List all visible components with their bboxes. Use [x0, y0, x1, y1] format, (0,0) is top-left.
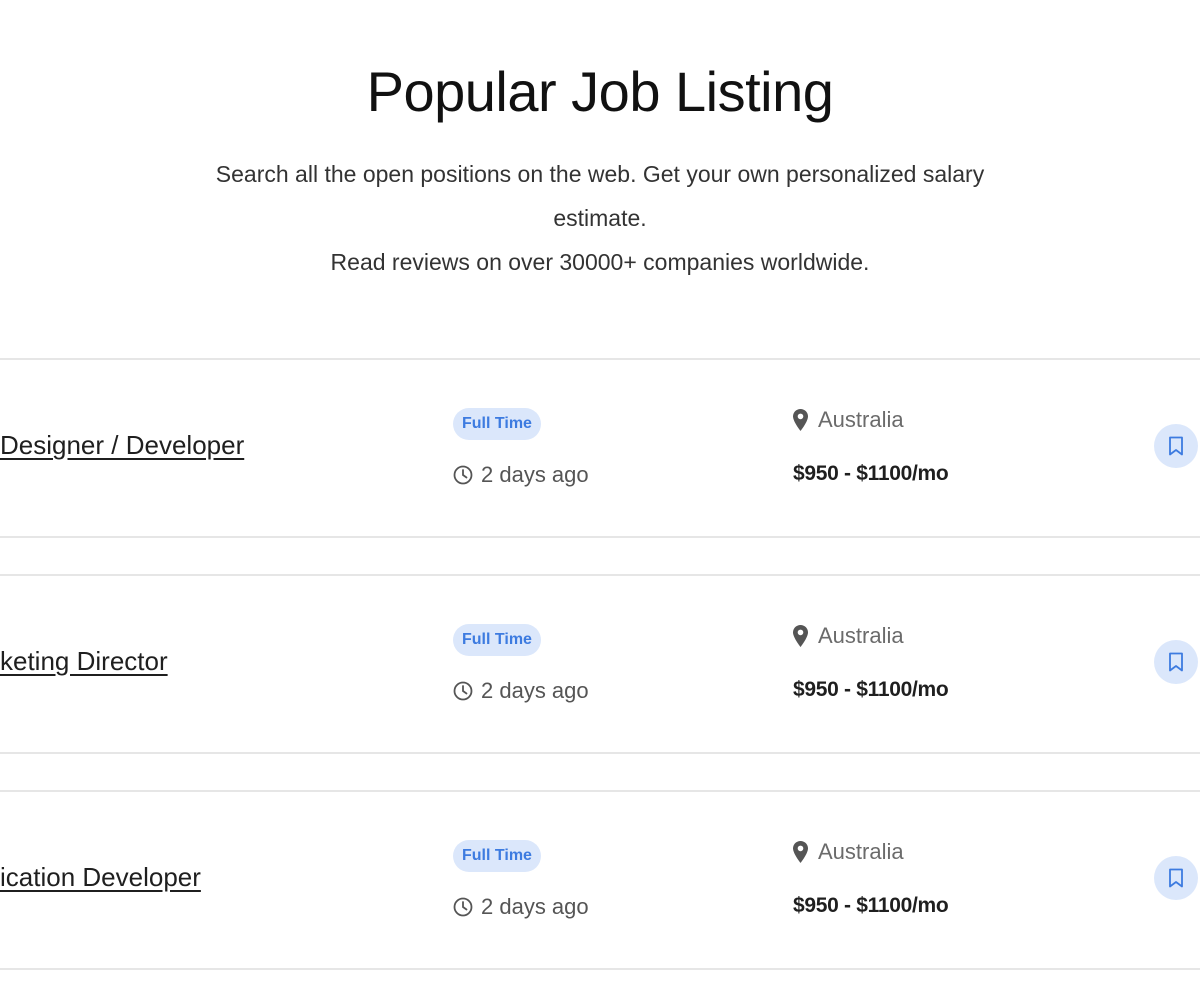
- posted-time-text: 2 days ago: [481, 678, 589, 703]
- job-title-link[interactable]: keting Director: [0, 646, 168, 677]
- page-title: Popular Job Listing: [366, 60, 834, 123]
- job-title-link[interactable]: Designer / Developer: [0, 430, 244, 461]
- job-listing-page: Popular Job Listing Search all the open …: [0, 0, 1200, 985]
- job-location: Australia: [793, 407, 904, 433]
- posted-time: 2 days ago: [453, 678, 589, 704]
- bookmark-button[interactable]: [1154, 856, 1198, 900]
- section-header: Popular Job Listing Search all the open …: [0, 0, 1200, 284]
- job-card: Designer / Developer Full Time 2 days ag…: [0, 358, 1200, 538]
- subtitle-line-2: Read reviews on over 30000+ companies wo…: [330, 249, 870, 275]
- bookmark-button[interactable]: [1154, 640, 1198, 684]
- clock-icon: [453, 681, 473, 701]
- job-location: Australia: [793, 839, 904, 865]
- clock-icon: [453, 897, 473, 917]
- job-card: ication Developer Full Time 2 days ago A…: [0, 790, 1200, 970]
- job-card: keting Director Full Time 2 days ago Aus…: [0, 574, 1200, 754]
- posted-time: 2 days ago: [453, 894, 589, 920]
- job-location: Australia: [793, 623, 904, 649]
- posted-time-text: 2 days ago: [481, 894, 589, 919]
- job-type-badge: Full Time: [453, 408, 541, 440]
- job-location-text: Australia: [818, 407, 904, 432]
- posted-time-text: 2 days ago: [481, 462, 589, 487]
- job-location-text: Australia: [818, 623, 904, 648]
- location-pin-icon: [793, 409, 808, 431]
- job-title-link[interactable]: ication Developer: [0, 862, 201, 893]
- posted-time: 2 days ago: [453, 462, 589, 488]
- bookmark-icon: [1168, 436, 1184, 456]
- bookmark-icon: [1168, 652, 1184, 672]
- job-type-badge: Full Time: [453, 840, 541, 872]
- job-salary: $950 - $1100/mo: [793, 462, 949, 485]
- job-salary: $950 - $1100/mo: [793, 894, 949, 917]
- job-type-badge: Full Time: [453, 624, 541, 656]
- clock-icon: [453, 465, 473, 485]
- bookmark-button[interactable]: [1154, 424, 1198, 468]
- job-list: Designer / Developer Full Time 2 days ag…: [0, 358, 1200, 985]
- page-subtitle: Search all the open positions on the web…: [190, 152, 1010, 284]
- location-pin-icon: [793, 625, 808, 647]
- subtitle-line-1: Search all the open positions on the web…: [215, 161, 985, 231]
- job-salary: $950 - $1100/mo: [793, 678, 949, 701]
- bookmark-icon: [1168, 868, 1184, 888]
- job-location-text: Australia: [818, 839, 904, 864]
- location-pin-icon: [793, 841, 808, 863]
